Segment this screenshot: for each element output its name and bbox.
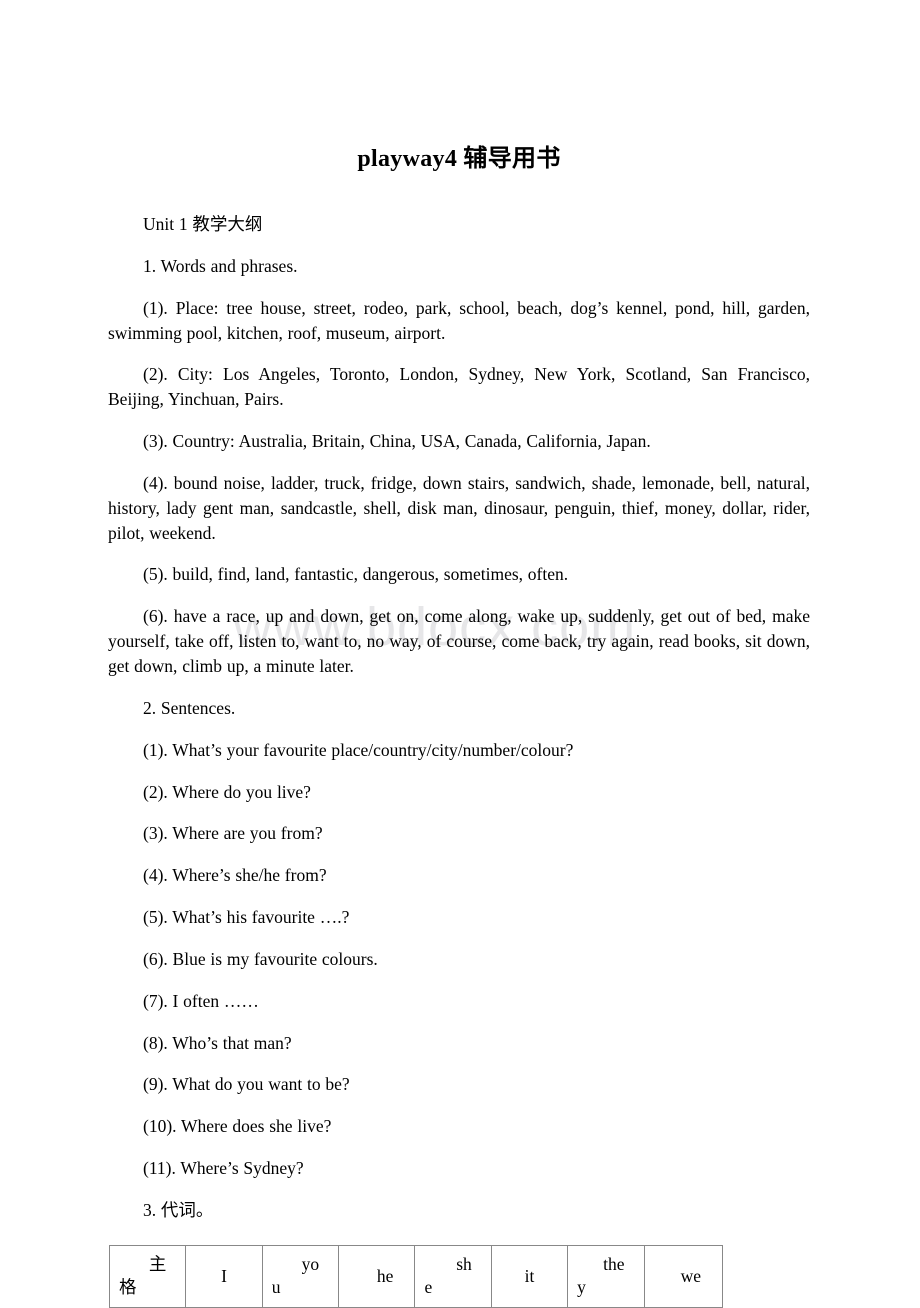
- sentence-item-7: (7). I often ……: [143, 990, 259, 1011]
- words-item-4: (4). bound noise, ladder, truck, fridge,…: [108, 472, 810, 543]
- sentence-item-5: (5). What’s his favourite ….?: [143, 907, 350, 928]
- sentence-item-6: (6). Blue is my favourite colours.: [143, 948, 378, 969]
- table-cell-pronoun-you: yo u: [261, 1244, 340, 1308]
- table-cell-pronoun-she: sh e: [414, 1244, 492, 1308]
- section-heading-words: 1. Words and phrases.: [143, 255, 298, 276]
- table-cell-pronoun-it: it: [490, 1244, 569, 1308]
- sentence-item-10: (10). Where does she live?: [143, 1116, 332, 1137]
- words-item-5: (5). build, find, land, fantastic, dange…: [143, 564, 569, 585]
- document-page: www.bdocx.com playway4 辅导用书 Unit 1 教学大纲 …: [0, 0, 920, 1308]
- cell-line-2: e: [424, 1277, 433, 1298]
- cell-line-2: u: [271, 1277, 281, 1298]
- unit-heading: Unit 1 教学大纲: [143, 214, 263, 234]
- cell-line-2: 格: [119, 1277, 137, 1298]
- words-item-1: (1). Place: tree house, street, rodeo, p…: [108, 297, 810, 343]
- words-item-6: (6). have a race, up and down, get on, c…: [108, 606, 810, 676]
- cell-line-1: sh: [456, 1254, 472, 1275]
- sentence-item-11: (11). Where’s Sydney?: [143, 1158, 304, 1179]
- cell-content: I: [221, 1265, 227, 1286]
- table-cell-pronoun-i: I: [185, 1244, 263, 1308]
- pronoun-table-wrapper: 主 格 I yo u he sh e it the y we: [108, 1223, 810, 1308]
- section-heading-sentences: 2. Sentences.: [143, 697, 236, 718]
- words-item-3: (3). Country: Australia, Britain, China,…: [143, 431, 651, 452]
- sentence-item-8: (8). Who’s that man?: [143, 1032, 292, 1053]
- cell-line-2: y: [577, 1277, 586, 1298]
- cell-line-1: yo: [301, 1254, 320, 1275]
- section-heading-pronouns: 3. 代词。: [143, 1199, 214, 1220]
- sentence-item-1: (1). What’s your favourite place/country…: [143, 739, 574, 760]
- pronoun-table: 主 格 I yo u he sh e it the y we: [108, 1244, 724, 1308]
- table-row: 主 格 I yo u he sh e it the y we: [108, 1244, 724, 1308]
- table-cell-pronoun-we: we: [643, 1244, 724, 1308]
- table-cell-pronoun-he: he: [338, 1244, 416, 1308]
- cell-line-1: the: [603, 1254, 625, 1275]
- cell-content: he: [376, 1265, 394, 1286]
- cell-content: yo u: [270, 1253, 331, 1299]
- sentence-item-2: (2). Where do you live?: [143, 781, 311, 802]
- sentence-item-9: (9). What do you want to be?: [143, 1074, 350, 1095]
- sentence-item-4: (4). Where’s she/he from?: [143, 865, 327, 886]
- sentence-item-3: (3). Where are you from?: [143, 823, 323, 844]
- cell-line-1: 主: [148, 1254, 167, 1275]
- table-cell-pronoun-they: the y: [567, 1244, 645, 1308]
- document-title: playway4 辅导用书: [357, 146, 561, 172]
- words-item-2: (2). City: Los Angeles, Toronto, London,…: [108, 364, 810, 410]
- document-content: playway4 辅导用书 Unit 1 教学大纲 1. Words and p…: [108, 0, 810, 1308]
- cell-content: 主 格: [117, 1253, 178, 1299]
- cell-content: the y: [575, 1253, 636, 1299]
- cell-content: we: [680, 1265, 701, 1286]
- cell-content: sh e: [422, 1253, 483, 1299]
- table-cell-row-header: 主 格: [108, 1244, 187, 1308]
- cell-content: it: [524, 1265, 535, 1286]
